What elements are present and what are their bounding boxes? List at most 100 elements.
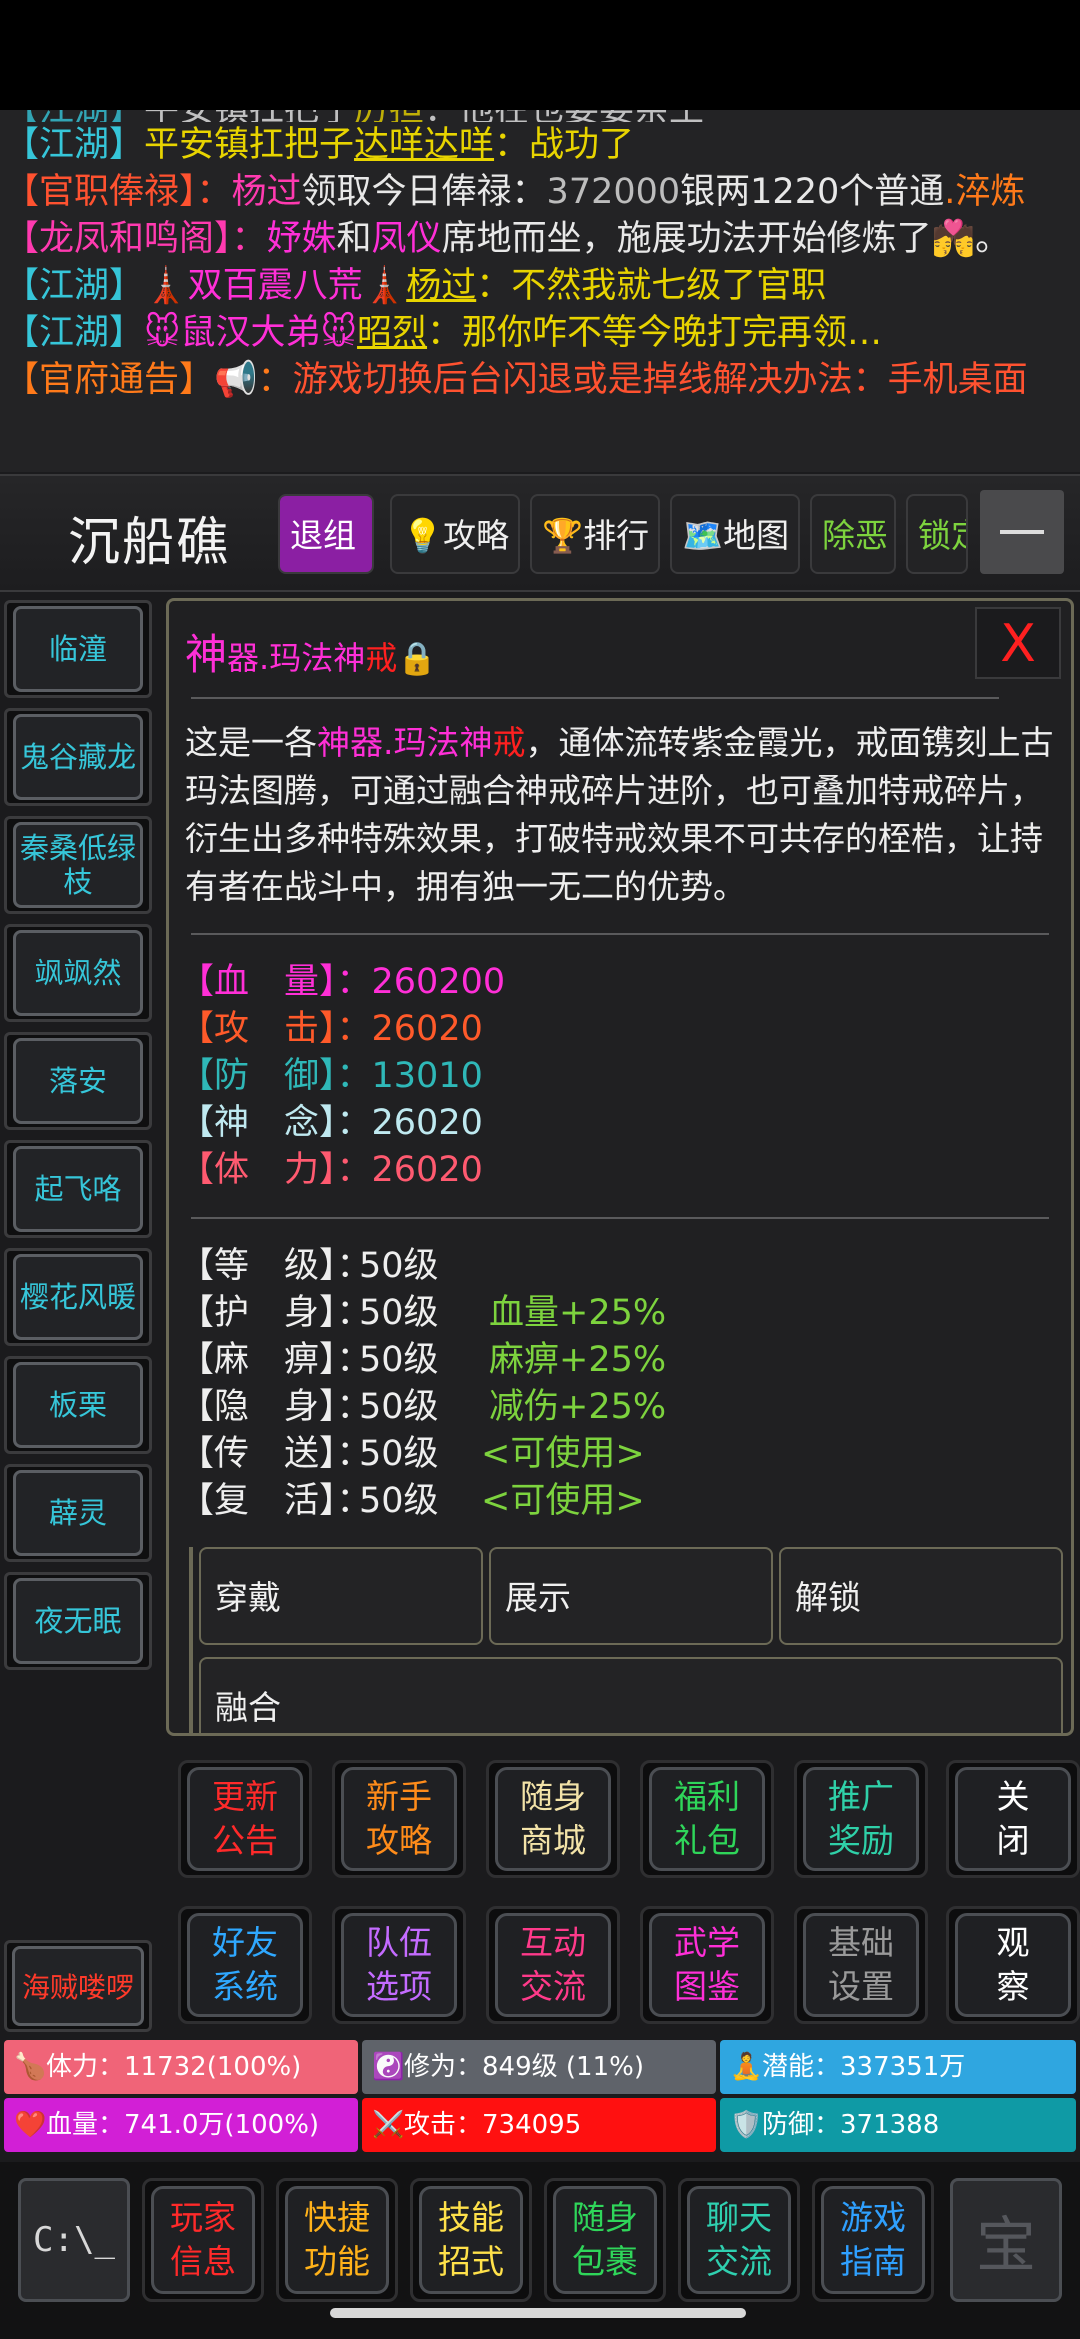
beginner-guide-button[interactable]: 新手 攻略 — [332, 1760, 466, 1878]
divider — [191, 697, 999, 699]
interaction-button[interactable]: 互动 交流 — [486, 1906, 620, 2024]
chat-segment: 领取今日俸禄： — [301, 172, 547, 212]
meditation-icon: 🧘 — [730, 2052, 763, 2082]
referral-reward-button[interactable]: 推广 奖励 — [794, 1760, 928, 1878]
player-entry[interactable]: 板栗 — [4, 1356, 152, 1454]
skills-button[interactable]: 技能 招式 — [410, 2178, 532, 2302]
announcement-button[interactable]: 更新 公告 — [178, 1760, 312, 1878]
chat-segment: 妤姝 — [266, 219, 337, 259]
chat-segment[interactable]: 厉担 — [354, 110, 424, 122]
chat-segment: ：战功了 — [494, 125, 635, 165]
player-entry[interactable]: 薜灵 — [4, 1464, 152, 1562]
chat-line: 【官职俸禄】：杨过领取今日俸禄：372000银两1220个普通.淬炼 — [0, 169, 1080, 216]
show-button[interactable]: 展示 — [489, 1547, 773, 1645]
console-icon[interactable]: C:\_ — [18, 2178, 130, 2302]
player-entry[interactable]: 落安 — [4, 1032, 152, 1130]
attack-bar: ⚔️攻击：734095 — [362, 2098, 716, 2152]
chat-segment[interactable]: 杨过 — [406, 266, 476, 306]
chat-feed[interactable]: 【江湖】平安镇扛把子厉担：他在也要要亲王 【江湖】平安镇扛把子达咩达咩：战功了 … — [0, 110, 1080, 472]
equip-button[interactable]: 穿戴 — [199, 1547, 483, 1645]
shop-button[interactable]: 随身 商城 — [486, 1760, 620, 1878]
divider — [191, 933, 1049, 935]
chat-segment[interactable]: 昭烈 — [357, 313, 427, 353]
chat-segment: 银两1220个普通 — [680, 172, 945, 212]
divider — [191, 1217, 1049, 1219]
observe-button[interactable]: 观察 — [946, 1906, 1080, 2024]
heart-icon: ❤️ — [14, 2110, 47, 2140]
chat-segment[interactable]: 达咩达咩 — [354, 125, 494, 165]
quick-functions-button[interactable]: 快捷 功能 — [276, 2178, 398, 2302]
stat-spirit: 【神 念】：26020 — [179, 1103, 483, 1143]
chat-segment: ：不然我就七级了官职 — [476, 266, 827, 306]
player-entry[interactable]: 秦桑低绿枝 — [4, 816, 152, 914]
chat-segment: 杨过 — [231, 172, 302, 212]
ranking-button[interactable]: 🏆排行 — [530, 494, 660, 574]
location-bar: 沉船礁 退组 💡攻略 🏆排行 🗺️地图 除恶 锁定 — [0, 474, 1080, 592]
map-button[interactable]: 🗺️地图 — [670, 494, 800, 574]
gift-pack-button[interactable]: 福利 礼包 — [640, 1760, 774, 1878]
chat-line: 【江湖】🗼双百震八荒🗼杨过：不然我就七级了官职 — [0, 263, 1080, 310]
chat-segment: 席地而坐，施展功法开始修炼了💏。 — [441, 219, 1011, 259]
stamina-bar: 🍗体力：11732(100%) — [4, 2040, 358, 2094]
item-description: 这是一各神器.玛法神戒，通体流转紫金霞光，戒面镌刻上古玛法图腾，可通过融合神戒碎… — [185, 723, 1054, 906]
player-entry[interactable]: 樱花风暖 — [4, 1248, 152, 1346]
home-indicator — [330, 2308, 746, 2318]
monster-entry-pirate[interactable]: 海贼喽啰 — [4, 1940, 152, 2032]
skill-row: 【复 活】：50级 <可使用> — [179, 1481, 645, 1521]
item-title: 神器.玛法神戒🔒 — [185, 630, 438, 679]
fuse-button[interactable]: 融合 — [199, 1657, 1063, 1733]
skill-row: 【麻 痹】：50级 麻痹+25% — [179, 1340, 667, 1380]
chat-line: 【龙凤和鸣阁】：妤姝和凤仪席地而坐，施展功法开始修炼了💏。 — [0, 216, 1080, 263]
friends-button[interactable]: 好友 系统 — [178, 1906, 312, 2024]
settings-button[interactable]: 基础 设置 — [794, 1906, 928, 2024]
chat-segment: 【官职俸禄】： — [4, 172, 232, 212]
stat-hp: 【血 量】：260200 — [179, 962, 506, 1002]
yin-yang-icon: ☯️ — [372, 2052, 405, 2082]
chat-line: 【江湖】平安镇扛把子厉担：他在也要要亲王 — [0, 110, 1080, 122]
close-menu-button[interactable]: 关闭 — [946, 1760, 1080, 1878]
inventory-button[interactable]: 随身 包裹 — [544, 2178, 666, 2302]
chat-segment: 【龙凤和鸣阁】： — [4, 219, 267, 259]
player-entry[interactable]: 临潼 — [4, 600, 152, 698]
leave-team-button[interactable]: 退组 — [278, 494, 374, 574]
location-title: 沉船礁 — [68, 513, 231, 573]
player-entry[interactable]: 夜无眠 — [4, 1572, 152, 1670]
chat-segment: 游戏切换后台闪退或是掉线解决办法：手机桌面 — [292, 360, 1028, 400]
lock-icon: 🔒 — [397, 639, 438, 677]
player-info-button[interactable]: 玩家 信息 — [142, 2178, 264, 2302]
stat-attack: 【攻 击】：26020 — [179, 1009, 483, 1049]
team-options-button[interactable]: 队伍 选项 — [332, 1906, 466, 2024]
chat-segment: 凤仪 — [371, 219, 442, 259]
player-entry[interactable]: 飒飒然 — [4, 924, 152, 1022]
player-entry[interactable]: 起飞咯 — [4, 1140, 152, 1238]
chat-segment: 平安镇扛把子 — [144, 110, 354, 122]
close-button[interactable]: X — [975, 607, 1061, 679]
player-entry[interactable]: 鬼谷藏龙 — [4, 708, 152, 806]
unlock-button[interactable]: 解锁 — [779, 1547, 1063, 1645]
swords-icon: ⚔️ — [372, 2110, 405, 2140]
defense-bar: 🛡️防御：371388 — [720, 2098, 1076, 2152]
lock-target-button[interactable]: 锁定 — [906, 494, 968, 574]
chat-line: 【江湖】🐭鼠汉大弟🐭昭烈：那你咋不等今晚打完再领… — [0, 310, 1080, 357]
chat-segment: 🗼双百震八荒🗼 — [144, 266, 407, 306]
treasure-seal-icon[interactable]: 宝 — [950, 2178, 1062, 2302]
skill-row: 【传 送】：50级 <可使用> — [179, 1434, 645, 1474]
chat-button[interactable]: 聊天 交流 — [678, 2178, 800, 2302]
martial-codex-button[interactable]: 武学 图鉴 — [640, 1906, 774, 2024]
potential-bar: 🧘潜能：337351万 — [720, 2040, 1076, 2094]
chat-segment: 【江湖】 — [4, 110, 144, 122]
shield-icon: 🛡️ — [730, 2110, 763, 2140]
game-guide-button[interactable]: 游戏 指南 — [812, 2178, 934, 2302]
chat-segment: 【官府通告】📢： — [4, 360, 293, 400]
skill-row: 【等 级】：50级 — [179, 1246, 439, 1286]
cultivation-bar: ☯️修为：849级 (11%) — [362, 2040, 716, 2094]
system-status-bar — [0, 0, 1080, 110]
scroll-edge — [189, 1547, 193, 1733]
collapse-menu-button[interactable] — [980, 490, 1064, 574]
chat-line: 【江湖】平安镇扛把子达咩达咩：战功了 — [0, 122, 1080, 169]
guide-button[interactable]: 💡攻略 — [390, 494, 520, 574]
chat-line: 【官府通告】📢：游戏切换后台闪退或是掉线解决办法：手机桌面 — [0, 357, 1080, 404]
skill-row: 【隐 身】：50级 减伤+25% — [179, 1387, 667, 1427]
eliminate-evil-button[interactable]: 除恶 — [810, 494, 896, 574]
chat-segment: ：那你咋不等今晚打完再领… — [427, 313, 883, 353]
